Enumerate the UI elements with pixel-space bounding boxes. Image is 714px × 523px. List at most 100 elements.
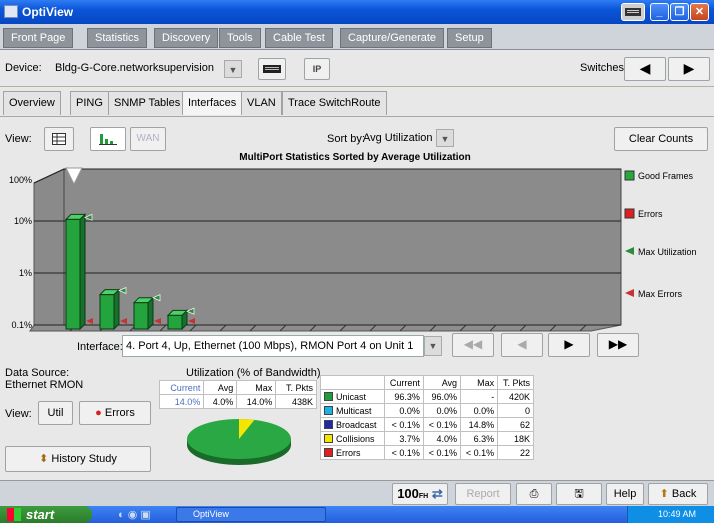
frame-row-name: Collisions — [320, 431, 385, 446]
bar-side[interactable] — [79, 213, 86, 331]
title-bar: OptiView _ ❐ ✕ — [0, 0, 714, 24]
tab-vlan[interactable]: VLAN — [241, 91, 282, 115]
frame-color-swatch — [324, 447, 333, 457]
menu-discovery[interactable]: Discovery — [154, 28, 219, 48]
interface-dropdown-arrow[interactable]: ▼ — [424, 336, 442, 356]
frame-row-name: Unicast — [320, 389, 385, 404]
interfaces-panel: View: WAN Sort by: Avg Utilization ▼ Cle… — [0, 116, 714, 480]
frame-row-label: Broadcast — [336, 419, 377, 430]
frame-row-unicast: Unicast 96.3% 96.0% -420K — [320, 389, 534, 404]
frame-cell: < 0.1% — [460, 445, 499, 460]
frame-cell: 6.3% — [460, 431, 499, 446]
print-button[interactable]: ⎙ — [516, 483, 552, 505]
app-icon — [4, 5, 18, 18]
view-label: View: — [5, 133, 32, 145]
data-source-value: Ethernet RMON — [5, 379, 84, 391]
menu-capture-generate[interactable]: Capture/Generate — [340, 28, 445, 48]
util-header-tpkts: T. Pkts — [275, 380, 317, 395]
next-interface-button[interactable]: ▶ — [548, 333, 590, 357]
windows-logo-icon — [7, 508, 21, 521]
frame-header-max: Max — [460, 375, 499, 390]
bar-good-frames[interactable] — [65, 218, 81, 330]
switch-prev-button[interactable]: ◀ — [624, 57, 666, 81]
help-button[interactable]: Help — [606, 483, 644, 505]
keyboard-button[interactable] — [258, 58, 286, 80]
window-title: OptiView — [22, 5, 74, 19]
frame-header-avg: Avg — [422, 375, 462, 390]
link-arrows-icon: ⇄ — [431, 486, 443, 501]
frame-cell: < 0.1% — [384, 417, 424, 432]
bar-good-frames[interactable] — [133, 302, 149, 330]
prev-interface-button[interactable]: ◀ — [501, 333, 543, 357]
taskbar-task-optiview[interactable]: OptiView — [176, 507, 326, 522]
chart-view-button[interactable] — [90, 127, 126, 151]
frame-cell: 0.0% — [422, 403, 462, 418]
quicklaunch-icons[interactable]: ◐ ◉ ▣ — [118, 508, 151, 521]
errors-dot-icon: ● — [95, 407, 102, 419]
device-dropdown-arrow[interactable]: ▼ — [224, 60, 242, 78]
menu-front-page[interactable]: Front Page — [3, 28, 74, 48]
link-speed-indicator[interactable]: 100FH ⇄ — [392, 483, 448, 505]
errors-button[interactable]: ● Errors — [79, 401, 151, 425]
frame-cell: 22 — [497, 445, 534, 460]
tab-interfaces[interactable]: Interfaces — [182, 91, 243, 115]
bar-side[interactable] — [113, 288, 120, 331]
frame-row-name: Errors — [320, 445, 385, 460]
data-source-label: Data Source: — [5, 367, 70, 379]
tab-overview[interactable]: Overview — [3, 91, 61, 115]
switch-next-button[interactable]: ▶ — [668, 57, 710, 81]
frame-cell: 4.0% — [422, 431, 462, 446]
minimize-button[interactable]: _ — [650, 3, 669, 21]
bar-good-frames[interactable] — [99, 294, 115, 330]
y-tick-label: 0.1% — [11, 320, 32, 330]
first-interface-button[interactable]: ◀◀ — [452, 333, 494, 357]
frame-row-label: Multicast — [336, 405, 372, 416]
y-tick-label: 1% — [19, 268, 32, 278]
sortby-dropdown-arrow[interactable]: ▼ — [436, 129, 454, 147]
util-header-avg: Avg — [203, 380, 238, 395]
frame-cell: 96.0% — [422, 389, 462, 404]
frame-header-blank — [320, 375, 385, 390]
clear-counts-button[interactable]: Clear Counts — [614, 127, 708, 151]
frame-header-current: Current — [384, 375, 424, 390]
sortby-select[interactable]: Avg Utilization — [360, 129, 440, 149]
device-select[interactable]: Bldg-G-Core.networksupervision — [52, 59, 222, 79]
maximize-button[interactable]: ❐ — [670, 3, 689, 21]
menu-tools[interactable]: Tools — [219, 28, 261, 48]
bar-good-frames[interactable] — [167, 314, 183, 330]
frame-row-name: Multicast — [320, 403, 385, 418]
save-button[interactable]: 🖫 — [556, 483, 602, 505]
ip-button[interactable]: IP — [304, 58, 330, 80]
util-button[interactable]: Util — [38, 401, 73, 425]
util-header-max: Max — [236, 380, 277, 395]
interface-select[interactable]: 4. Port 4, Up, Ethernet (100 Mbps), RMON… — [122, 335, 424, 357]
tab-snmp-tables[interactable]: SNMP Tables — [108, 91, 187, 115]
history-study-button[interactable]: ⬍ History Study — [5, 446, 151, 472]
start-button[interactable]: start — [0, 506, 92, 523]
report-button[interactable]: Report — [455, 483, 511, 505]
table-view-button[interactable] — [44, 127, 74, 151]
frame-cell: < 0.1% — [422, 445, 462, 460]
frame-color-swatch — [324, 419, 333, 429]
tab-trace-switchroute[interactable]: Trace SwitchRoute — [282, 91, 387, 115]
multiport-chart: MultiPort Statistics Sorted by Average U… — [9, 152, 697, 332]
tab-ping[interactable]: PING — [70, 91, 109, 115]
y-tick-label: 10% — [14, 216, 32, 226]
legend-label: Max Errors — [638, 289, 683, 299]
menu-cable-test[interactable]: Cable Test — [265, 28, 333, 48]
wan-view-button[interactable]: WAN — [130, 127, 166, 151]
util-header-current: Current — [158, 380, 205, 395]
keyboard-icon[interactable] — [621, 3, 645, 21]
close-button[interactable]: ✕ — [690, 3, 709, 21]
frame-cell: 0.0% — [384, 403, 424, 418]
back-button[interactable]: ⬆ Back — [648, 483, 708, 505]
menu-setup[interactable]: Setup — [447, 28, 492, 48]
tab-bar: Overview PING SNMP Tables Interfaces VLA… — [0, 88, 714, 116]
frame-cell: < 0.1% — [422, 417, 462, 432]
status-bar: 100FH ⇄ Report ⎙ 🖫 Help ⬆ Back — [0, 480, 714, 506]
last-interface-button[interactable]: ▶▶ — [597, 333, 639, 357]
frame-cell: 62 — [497, 417, 534, 432]
frame-row-collisions: Collisions 3.7% 4.0% 6.3% 18K — [320, 431, 534, 446]
menu-statistics[interactable]: Statistics — [87, 28, 148, 48]
taskbar: start ◐ ◉ ▣ OptiView 10:49 AM — [0, 506, 714, 523]
